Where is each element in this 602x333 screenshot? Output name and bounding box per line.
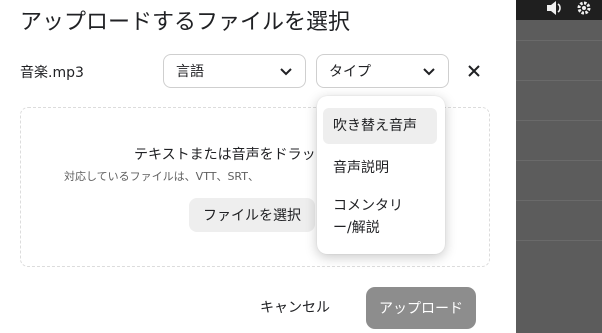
upload-button[interactable]: アップロード — [366, 287, 476, 329]
gear-icon[interactable] — [576, 0, 592, 20]
dialog-title: アップロードするファイルを選択 — [20, 10, 351, 35]
chevron-down-icon — [423, 68, 435, 76]
cancel-button[interactable]: キャンセル — [250, 290, 340, 324]
file-name-label: 音楽.mp3 — [20, 65, 84, 81]
language-select[interactable]: 言語 — [163, 54, 306, 88]
remove-file-button[interactable] — [463, 60, 485, 82]
type-dropdown-menu: 吹き替え音声 音声説明 コメンタリ ー/解説 — [317, 96, 445, 254]
menu-item-commentary-line1: コメンタリ — [333, 198, 403, 214]
type-select-value: タイプ — [329, 64, 371, 80]
backdrop-divider — [516, 200, 602, 201]
menu-item-commentary[interactable]: コメンタリ ー/解説 — [323, 193, 437, 243]
type-select[interactable]: タイプ — [316, 54, 449, 88]
backdrop-divider — [516, 120, 602, 121]
menu-item-commentary-line2: ー/解説 — [333, 220, 380, 236]
menu-item-audio-description[interactable]: 音声説明 — [323, 152, 437, 184]
page-backdrop — [516, 0, 602, 333]
chevron-down-icon — [280, 68, 292, 76]
upload-dialog: アップロードするファイルを選択 音楽.mp3 言語 タイプ テキストまたは音声を… — [0, 0, 516, 333]
backdrop-divider — [516, 80, 602, 81]
drop-zone-subtitle: 対応しているファイルは、VTT、SRT、 — [64, 170, 259, 183]
backdrop-divider — [516, 240, 602, 241]
volume-icon[interactable] — [546, 0, 564, 20]
backdrop-divider — [516, 160, 602, 161]
backdrop-divider — [516, 40, 602, 41]
language-select-value: 言語 — [176, 64, 204, 80]
menu-item-dubbed-audio[interactable]: 吹き替え音声 — [323, 108, 437, 144]
close-icon — [468, 65, 480, 77]
choose-file-button[interactable]: ファイルを選択 — [189, 198, 315, 232]
drop-zone-title: テキストまたは音声をドラッグ — [134, 147, 314, 163]
